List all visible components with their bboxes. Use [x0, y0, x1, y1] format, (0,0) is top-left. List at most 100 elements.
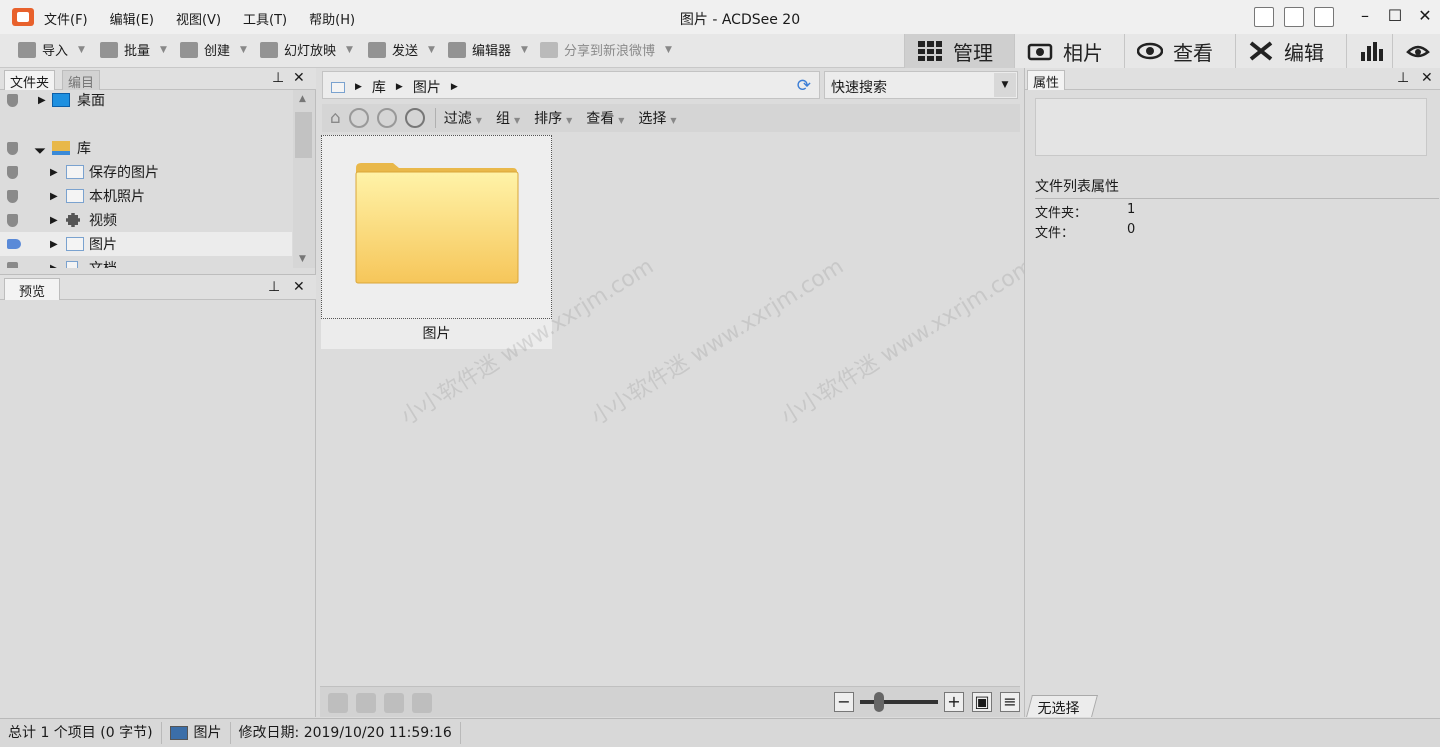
- properties-preview-box: [1035, 98, 1427, 156]
- chevron-down-icon[interactable]: ▼: [665, 45, 672, 55]
- view-button[interactable]: 查看 ▼: [586, 108, 624, 128]
- mode-photos[interactable]: 相片: [1014, 34, 1124, 68]
- mode-manage[interactable]: 管理: [904, 34, 1014, 68]
- prop-files-value: 0: [1127, 222, 1136, 237]
- tab-properties[interactable]: 属性: [1027, 70, 1066, 91]
- group-button[interactable]: 组 ▼: [496, 108, 520, 128]
- layout-left-panel-icon[interactable]: [1254, 7, 1274, 27]
- tree-item-saved-pictures[interactable]: ▶ 保存的图片: [0, 160, 292, 184]
- tree-item-camera-roll[interactable]: ▶ 本机照片: [0, 184, 292, 208]
- breadcrumb-separator-icon[interactable]: ▶: [451, 82, 458, 92]
- expand-arrow-icon[interactable]: ▶: [50, 239, 58, 250]
- create-button[interactable]: 创建 ▼: [180, 40, 247, 59]
- breadcrumb-item[interactable]: 图片: [413, 77, 441, 97]
- scroll-down-icon[interactable]: ▼: [299, 254, 306, 264]
- filter-button[interactable]: 过滤 ▼: [444, 108, 482, 128]
- maximize-icon[interactable]: ☐: [1386, 6, 1404, 25]
- minimize-icon[interactable]: –: [1356, 6, 1374, 25]
- weibo-icon: [540, 41, 558, 58]
- home-icon[interactable]: ⌂: [330, 108, 341, 128]
- pin-icon[interactable]: ⊥: [272, 70, 284, 86]
- sort-button[interactable]: 排序 ▼: [534, 108, 572, 128]
- send-button[interactable]: 发送 ▼: [368, 40, 435, 59]
- tab-catalog[interactable]: 编目: [62, 70, 101, 91]
- tab-preview[interactable]: 预览: [4, 278, 61, 300]
- folders-panel-header: 文件夹 编目 ⊥ ✕: [0, 68, 316, 91]
- slideshow-button[interactable]: 幻灯放映 ▼: [260, 40, 353, 59]
- back-icon[interactable]: [348, 108, 369, 128]
- breadcrumb-separator-icon[interactable]: ▶: [396, 82, 403, 92]
- tree-item-desktop[interactable]: ▶ 桌面: [0, 90, 292, 112]
- layout-right-panel-icon[interactable]: [1314, 7, 1334, 27]
- rotate-right-icon[interactable]: [384, 693, 404, 713]
- refresh-icon[interactable]: ⟳: [797, 76, 811, 96]
- prop-files-label: 文件：: [1035, 226, 1075, 241]
- image-tool-icon[interactable]: [328, 693, 348, 713]
- import-button[interactable]: 导入 ▼: [18, 40, 85, 59]
- close-icon[interactable]: ✕: [1416, 6, 1434, 25]
- mode-365[interactable]: [1392, 34, 1440, 68]
- chevron-down-icon[interactable]: ▼: [240, 45, 247, 55]
- up-folder-icon[interactable]: [404, 108, 425, 128]
- chevron-down-icon[interactable]: ▼: [521, 45, 528, 55]
- tree-item-label: 视频: [89, 213, 117, 229]
- rotate-left-icon[interactable]: [356, 693, 376, 713]
- import-icon: [18, 41, 36, 58]
- thumbnail-view-icon[interactable]: ▣: [972, 692, 992, 712]
- expand-arrow-icon[interactable]: ▶: [50, 167, 58, 178]
- batch-button[interactable]: 批量 ▼: [100, 40, 167, 59]
- scroll-up-icon[interactable]: ▲: [299, 94, 306, 104]
- layout-buttons: [1254, 7, 1334, 27]
- forward-icon[interactable]: [376, 108, 397, 128]
- breadcrumb-item[interactable]: 库: [372, 77, 386, 97]
- zoom-in-icon[interactable]: +: [944, 692, 964, 712]
- mode-view[interactable]: 查看: [1124, 34, 1235, 68]
- close-icon[interactable]: ✕: [1421, 70, 1433, 86]
- tree-item-documents[interactable]: ▶ 文档: [0, 256, 292, 268]
- select-button[interactable]: 选择 ▼: [638, 108, 676, 128]
- tree-item-pictures[interactable]: ▶ 图片: [0, 232, 292, 256]
- expand-arrow-icon[interactable]: ▶: [50, 215, 58, 226]
- chevron-down-icon[interactable]: ▼: [346, 45, 353, 55]
- list-view-icon[interactable]: ≡: [1000, 692, 1020, 712]
- file-list-properties-title: 文件列表属性: [1035, 176, 1439, 199]
- chevron-down-icon[interactable]: ▼: [160, 45, 167, 55]
- collapse-arrow-icon[interactable]: ◢: [33, 141, 46, 154]
- tree-scrollbar[interactable]: ▲ ▼: [293, 90, 315, 268]
- quick-search-field[interactable]: 快速搜索 ▼: [824, 71, 1018, 99]
- chevron-down-icon[interactable]: ▼: [428, 45, 435, 55]
- tree-item-library[interactable]: ◢ 库: [0, 136, 292, 160]
- pin-icon[interactable]: ⊥: [268, 279, 280, 295]
- editor-button[interactable]: 编辑器 ▼: [448, 40, 528, 59]
- scrollbar-thumb[interactable]: [295, 112, 312, 158]
- chevron-down-icon[interactable]: ▼: [78, 45, 85, 55]
- file-thumbnail[interactable]: 图片: [321, 135, 552, 349]
- bar-chart-icon: [1361, 42, 1383, 61]
- path-bar[interactable]: ▶ 库 ▶ 图片 ▶ ⟳: [322, 71, 820, 99]
- zoom-out-icon[interactable]: −: [834, 692, 854, 712]
- zoom-slider[interactable]: [860, 692, 938, 712]
- close-icon[interactable]: ✕: [293, 279, 305, 295]
- mode-edit-label: 编辑: [1284, 40, 1324, 65]
- group-label: 组: [495, 111, 510, 127]
- thumbnail-image[interactable]: [321, 135, 552, 319]
- mode-edit[interactable]: 编辑: [1235, 34, 1346, 68]
- tab-no-selection[interactable]: 无选择: [1026, 695, 1098, 717]
- stack-icon[interactable]: [412, 693, 432, 713]
- expand-arrow-icon[interactable]: ▶: [38, 95, 46, 106]
- shield-icon: [7, 141, 18, 155]
- share-weibo-button[interactable]: 分享到新浪微博 ▼: [540, 40, 672, 59]
- expand-arrow-icon[interactable]: ▶: [50, 263, 58, 269]
- breadcrumb-separator-icon[interactable]: ▶: [355, 82, 362, 92]
- tree-item-videos[interactable]: ▶ 视频: [0, 208, 292, 232]
- film-icon: [66, 213, 80, 227]
- close-icon[interactable]: ✕: [293, 70, 305, 86]
- zoom-slider-thumb[interactable]: [874, 692, 884, 712]
- layout-bottom-panel-icon[interactable]: [1284, 7, 1304, 27]
- folder-icon: [355, 163, 519, 284]
- pin-icon[interactable]: ⊥: [1397, 70, 1409, 86]
- expand-arrow-icon[interactable]: ▶: [50, 191, 58, 202]
- tab-folders[interactable]: 文件夹: [4, 70, 56, 91]
- mode-dashboard[interactable]: [1346, 34, 1392, 68]
- chevron-down-icon[interactable]: ▼: [994, 73, 1016, 97]
